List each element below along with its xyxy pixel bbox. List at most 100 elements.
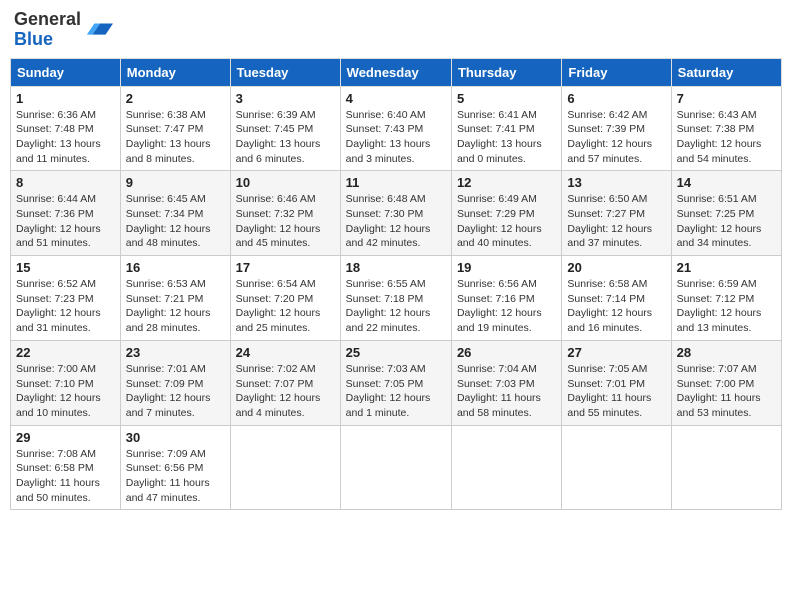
calendar-cell: 16 Sunrise: 6:53 AMSunset: 7:21 PMDaylig… bbox=[120, 256, 230, 341]
day-number: 9 bbox=[126, 175, 225, 190]
day-info: Sunrise: 6:59 AMSunset: 7:12 PMDaylight:… bbox=[677, 278, 762, 334]
calendar-cell: 20 Sunrise: 6:58 AMSunset: 7:14 PMDaylig… bbox=[562, 256, 671, 341]
calendar-cell: 5 Sunrise: 6:41 AMSunset: 7:41 PMDayligh… bbox=[451, 86, 561, 171]
calendar-cell: 4 Sunrise: 6:40 AMSunset: 7:43 PMDayligh… bbox=[340, 86, 451, 171]
day-number: 27 bbox=[567, 345, 665, 360]
calendar-cell bbox=[562, 425, 671, 510]
calendar-cell: 11 Sunrise: 6:48 AMSunset: 7:30 PMDaylig… bbox=[340, 171, 451, 256]
day-info: Sunrise: 6:51 AMSunset: 7:25 PMDaylight:… bbox=[677, 193, 762, 249]
day-of-week-header: Monday bbox=[120, 58, 230, 86]
day-number: 21 bbox=[677, 260, 776, 275]
day-info: Sunrise: 6:36 AMSunset: 7:48 PMDaylight:… bbox=[16, 109, 101, 165]
day-number: 20 bbox=[567, 260, 665, 275]
calendar-cell: 29 Sunrise: 7:08 AMSunset: 6:58 PMDaylig… bbox=[11, 425, 121, 510]
day-number: 24 bbox=[236, 345, 335, 360]
calendar-cell: 28 Sunrise: 7:07 AMSunset: 7:00 PMDaylig… bbox=[671, 340, 781, 425]
day-info: Sunrise: 7:02 AMSunset: 7:07 PMDaylight:… bbox=[236, 363, 321, 419]
calendar-cell: 2 Sunrise: 6:38 AMSunset: 7:47 PMDayligh… bbox=[120, 86, 230, 171]
day-number: 28 bbox=[677, 345, 776, 360]
calendar-cell: 6 Sunrise: 6:42 AMSunset: 7:39 PMDayligh… bbox=[562, 86, 671, 171]
calendar-cell: 17 Sunrise: 6:54 AMSunset: 7:20 PMDaylig… bbox=[230, 256, 340, 341]
day-info: Sunrise: 6:45 AMSunset: 7:34 PMDaylight:… bbox=[126, 193, 211, 249]
calendar-cell bbox=[340, 425, 451, 510]
day-info: Sunrise: 6:54 AMSunset: 7:20 PMDaylight:… bbox=[236, 278, 321, 334]
day-number: 5 bbox=[457, 91, 556, 106]
day-number: 12 bbox=[457, 175, 556, 190]
calendar-cell: 25 Sunrise: 7:03 AMSunset: 7:05 PMDaylig… bbox=[340, 340, 451, 425]
calendar-cell: 26 Sunrise: 7:04 AMSunset: 7:03 PMDaylig… bbox=[451, 340, 561, 425]
day-info: Sunrise: 6:46 AMSunset: 7:32 PMDaylight:… bbox=[236, 193, 321, 249]
calendar-cell: 14 Sunrise: 6:51 AMSunset: 7:25 PMDaylig… bbox=[671, 171, 781, 256]
day-number: 10 bbox=[236, 175, 335, 190]
calendar-cell: 23 Sunrise: 7:01 AMSunset: 7:09 PMDaylig… bbox=[120, 340, 230, 425]
day-number: 26 bbox=[457, 345, 556, 360]
day-number: 13 bbox=[567, 175, 665, 190]
day-info: Sunrise: 7:01 AMSunset: 7:09 PMDaylight:… bbox=[126, 363, 211, 419]
day-number: 14 bbox=[677, 175, 776, 190]
day-info: Sunrise: 6:38 AMSunset: 7:47 PMDaylight:… bbox=[126, 109, 211, 165]
day-info: Sunrise: 7:07 AMSunset: 7:00 PMDaylight:… bbox=[677, 363, 761, 419]
day-number: 22 bbox=[16, 345, 115, 360]
day-number: 19 bbox=[457, 260, 556, 275]
day-of-week-header: Sunday bbox=[11, 58, 121, 86]
calendar-cell: 24 Sunrise: 7:02 AMSunset: 7:07 PMDaylig… bbox=[230, 340, 340, 425]
logo-icon bbox=[85, 16, 113, 44]
day-info: Sunrise: 6:52 AMSunset: 7:23 PMDaylight:… bbox=[16, 278, 101, 334]
calendar-cell: 21 Sunrise: 6:59 AMSunset: 7:12 PMDaylig… bbox=[671, 256, 781, 341]
day-info: Sunrise: 7:00 AMSunset: 7:10 PMDaylight:… bbox=[16, 363, 101, 419]
calendar-cell: 9 Sunrise: 6:45 AMSunset: 7:34 PMDayligh… bbox=[120, 171, 230, 256]
day-info: Sunrise: 6:40 AMSunset: 7:43 PMDaylight:… bbox=[346, 109, 431, 165]
day-of-week-header: Tuesday bbox=[230, 58, 340, 86]
calendar-cell: 13 Sunrise: 6:50 AMSunset: 7:27 PMDaylig… bbox=[562, 171, 671, 256]
calendar-cell: 18 Sunrise: 6:55 AMSunset: 7:18 PMDaylig… bbox=[340, 256, 451, 341]
day-of-week-header: Wednesday bbox=[340, 58, 451, 86]
calendar-cell bbox=[451, 425, 561, 510]
page-header: GeneralBlue bbox=[10, 10, 782, 50]
calendar-cell bbox=[671, 425, 781, 510]
day-info: Sunrise: 7:04 AMSunset: 7:03 PMDaylight:… bbox=[457, 363, 541, 419]
day-number: 7 bbox=[677, 91, 776, 106]
day-number: 8 bbox=[16, 175, 115, 190]
day-info: Sunrise: 6:41 AMSunset: 7:41 PMDaylight:… bbox=[457, 109, 542, 165]
day-of-week-header: Saturday bbox=[671, 58, 781, 86]
day-number: 2 bbox=[126, 91, 225, 106]
day-info: Sunrise: 6:44 AMSunset: 7:36 PMDaylight:… bbox=[16, 193, 101, 249]
logo-text: GeneralBlue bbox=[14, 10, 81, 50]
calendar-cell: 7 Sunrise: 6:43 AMSunset: 7:38 PMDayligh… bbox=[671, 86, 781, 171]
day-number: 29 bbox=[16, 430, 115, 445]
day-number: 17 bbox=[236, 260, 335, 275]
day-info: Sunrise: 6:48 AMSunset: 7:30 PMDaylight:… bbox=[346, 193, 431, 249]
day-number: 25 bbox=[346, 345, 446, 360]
day-info: Sunrise: 6:53 AMSunset: 7:21 PMDaylight:… bbox=[126, 278, 211, 334]
calendar-cell: 30 Sunrise: 7:09 AMSunset: 6:56 PMDaylig… bbox=[120, 425, 230, 510]
calendar-cell: 10 Sunrise: 6:46 AMSunset: 7:32 PMDaylig… bbox=[230, 171, 340, 256]
calendar-cell: 27 Sunrise: 7:05 AMSunset: 7:01 PMDaylig… bbox=[562, 340, 671, 425]
day-of-week-header: Friday bbox=[562, 58, 671, 86]
day-info: Sunrise: 6:55 AMSunset: 7:18 PMDaylight:… bbox=[346, 278, 431, 334]
day-number: 15 bbox=[16, 260, 115, 275]
calendar-table: SundayMondayTuesdayWednesdayThursdayFrid… bbox=[10, 58, 782, 511]
day-info: Sunrise: 6:49 AMSunset: 7:29 PMDaylight:… bbox=[457, 193, 542, 249]
day-number: 23 bbox=[126, 345, 225, 360]
day-number: 11 bbox=[346, 175, 446, 190]
calendar-cell: 15 Sunrise: 6:52 AMSunset: 7:23 PMDaylig… bbox=[11, 256, 121, 341]
day-info: Sunrise: 6:42 AMSunset: 7:39 PMDaylight:… bbox=[567, 109, 652, 165]
calendar-cell: 22 Sunrise: 7:00 AMSunset: 7:10 PMDaylig… bbox=[11, 340, 121, 425]
day-number: 30 bbox=[126, 430, 225, 445]
day-info: Sunrise: 6:43 AMSunset: 7:38 PMDaylight:… bbox=[677, 109, 762, 165]
day-info: Sunrise: 6:56 AMSunset: 7:16 PMDaylight:… bbox=[457, 278, 542, 334]
calendar-cell: 1 Sunrise: 6:36 AMSunset: 7:48 PMDayligh… bbox=[11, 86, 121, 171]
day-number: 6 bbox=[567, 91, 665, 106]
day-number: 16 bbox=[126, 260, 225, 275]
calendar-cell: 12 Sunrise: 6:49 AMSunset: 7:29 PMDaylig… bbox=[451, 171, 561, 256]
calendar-cell: 3 Sunrise: 6:39 AMSunset: 7:45 PMDayligh… bbox=[230, 86, 340, 171]
day-info: Sunrise: 7:05 AMSunset: 7:01 PMDaylight:… bbox=[567, 363, 651, 419]
day-number: 4 bbox=[346, 91, 446, 106]
day-info: Sunrise: 7:09 AMSunset: 6:56 PMDaylight:… bbox=[126, 448, 210, 504]
day-info: Sunrise: 6:58 AMSunset: 7:14 PMDaylight:… bbox=[567, 278, 652, 334]
day-info: Sunrise: 7:03 AMSunset: 7:05 PMDaylight:… bbox=[346, 363, 431, 419]
day-number: 3 bbox=[236, 91, 335, 106]
day-number: 18 bbox=[346, 260, 446, 275]
calendar-cell: 19 Sunrise: 6:56 AMSunset: 7:16 PMDaylig… bbox=[451, 256, 561, 341]
calendar-cell: 8 Sunrise: 6:44 AMSunset: 7:36 PMDayligh… bbox=[11, 171, 121, 256]
